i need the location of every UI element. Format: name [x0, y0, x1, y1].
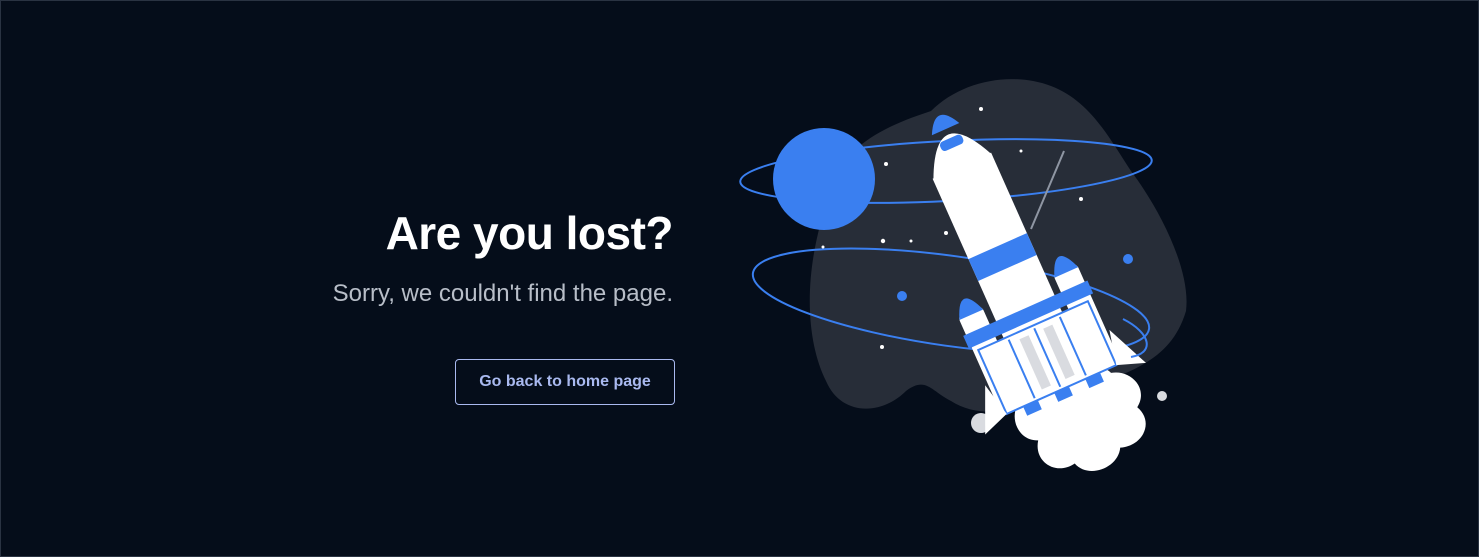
go-home-button[interactable]: Go back to home page: [455, 359, 675, 405]
error-message-block: Are you lost? Sorry, we couldn't find th…: [173, 201, 674, 311]
page-subtitle: Sorry, we couldn't find the page.: [332, 280, 673, 307]
page-title: Are you lost?: [385, 207, 674, 259]
not-found-page: Are you lost? Sorry, we couldn't find th…: [0, 0, 1479, 557]
rocket-illustration: [739, 79, 1187, 472]
planet: [773, 128, 875, 230]
